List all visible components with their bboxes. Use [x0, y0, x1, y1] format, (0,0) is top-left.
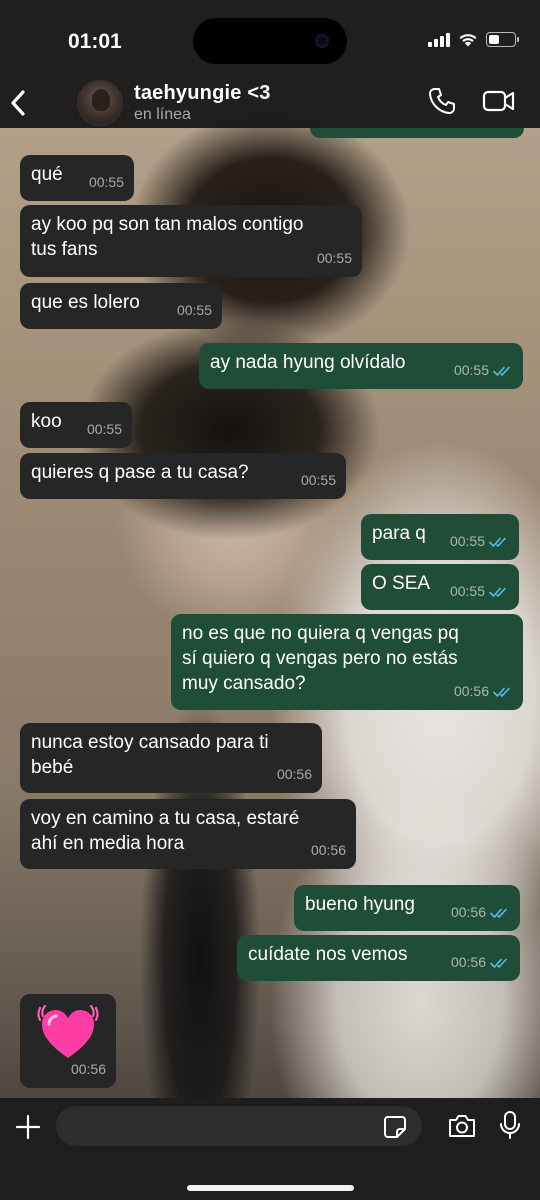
- contact-name[interactable]: taehyungie <3: [134, 82, 271, 105]
- message-bubble[interactable]: voy en camino a tu casa, estaré ahí en m…: [20, 799, 356, 869]
- message-time: 00:55: [88, 174, 124, 190]
- status-icons: [428, 32, 519, 47]
- read-receipt-icon: [490, 908, 507, 918]
- message-bubble-partial: [310, 128, 524, 138]
- message-bubble[interactable]: ay koo pq son tan malos contigo tus fans…: [20, 205, 362, 277]
- back-button[interactable]: [10, 86, 32, 120]
- chat-header: taehyungie <3 en línea: [0, 80, 540, 128]
- message-time: 00:56: [310, 842, 346, 858]
- message-text: quieres q pase a tu casa?: [31, 462, 249, 483]
- message-time: 00:55: [300, 472, 336, 488]
- message-time: 00:56: [450, 954, 486, 970]
- message-time: 00:55: [453, 362, 489, 378]
- status-time: 01:01: [68, 30, 122, 53]
- message-time: 00:55: [449, 583, 485, 599]
- message-text: nunca estoy cansado para ti bebé: [31, 732, 269, 778]
- message-input[interactable]: [56, 1106, 422, 1146]
- message-bubble[interactable]: qué 00:55: [20, 155, 134, 201]
- phone-icon[interactable]: [427, 86, 457, 116]
- read-receipt-icon: [489, 587, 506, 597]
- chevron-left-icon: [11, 90, 25, 116]
- contact-status: en línea: [134, 106, 191, 123]
- beating-heart-icon: [37, 1004, 99, 1058]
- video-camera-icon[interactable]: [482, 88, 516, 114]
- plus-icon[interactable]: [15, 1114, 41, 1140]
- home-indicator[interactable]: [187, 1185, 354, 1191]
- message-bubble[interactable]: nunca estoy cansado para ti bebé 00:56: [20, 723, 322, 793]
- message-time: 00:56: [450, 904, 486, 920]
- message-bubble[interactable]: no es que no quiera q vengas pq sí quier…: [171, 614, 523, 710]
- wifi-icon: [459, 34, 477, 47]
- message-time: 00:55: [176, 302, 212, 318]
- sticker-message[interactable]: 00:56: [20, 994, 116, 1088]
- message-list[interactable]: qué 00:55 ay koo pq son tan malos contig…: [0, 128, 540, 1098]
- message-bubble[interactable]: ay nada hyung olvídalo 00:55: [199, 343, 523, 389]
- read-receipt-icon: [493, 687, 510, 697]
- message-time: 00:55: [316, 250, 352, 266]
- message-bubble[interactable]: koo 00:55: [20, 402, 132, 448]
- contact-avatar[interactable]: [77, 80, 123, 126]
- message-time: 00:55: [449, 533, 485, 549]
- read-receipt-icon: [489, 537, 506, 547]
- message-bubble[interactable]: cuídate nos vemos 00:56: [237, 935, 520, 981]
- battery-icon: [486, 32, 519, 47]
- message-bubble[interactable]: bueno hyung 00:56: [294, 885, 520, 931]
- read-receipt-icon: [490, 958, 507, 968]
- cellular-signal-icon: [428, 32, 450, 47]
- sticker-icon[interactable]: [383, 1115, 407, 1139]
- message-time: 00:55: [86, 421, 122, 437]
- read-receipt-icon: [493, 366, 510, 376]
- status-bar: 01:01: [0, 0, 540, 80]
- dynamic-island: [193, 18, 347, 64]
- message-time: 00:56: [70, 1061, 106, 1077]
- message-text: voy en camino a tu casa, estaré ahí en m…: [31, 808, 300, 854]
- message-time: 00:56: [453, 683, 489, 699]
- camera-icon[interactable]: [447, 1113, 477, 1139]
- microphone-icon[interactable]: [499, 1110, 521, 1140]
- message-bubble[interactable]: para q 00:55: [361, 514, 519, 560]
- message-time: 00:56: [276, 766, 312, 782]
- message-bubble[interactable]: que es lolero 00:55: [20, 283, 222, 329]
- message-text: ay koo pq son tan malos contigo tus fans: [31, 214, 304, 260]
- message-bubble[interactable]: quieres q pase a tu casa? 00:55: [20, 453, 346, 499]
- message-bubble[interactable]: O SEA 00:55: [361, 564, 519, 610]
